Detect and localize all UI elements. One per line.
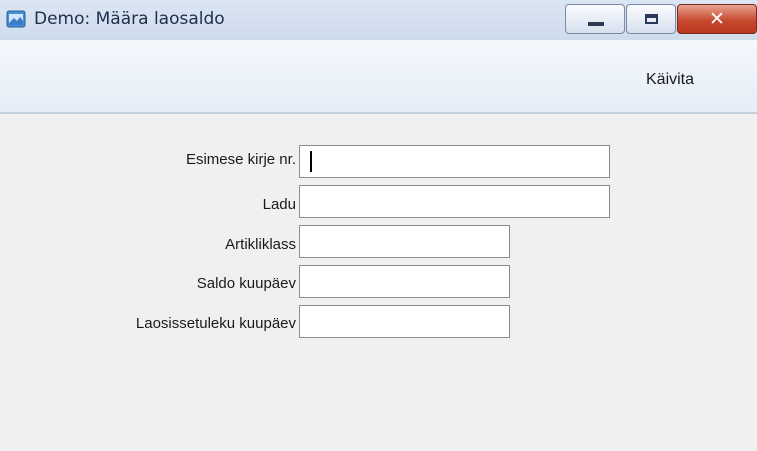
balance-date-input[interactable]: [299, 265, 510, 298]
close-icon: ✕: [709, 8, 725, 30]
app-window: Demo: Määra laosaldo ✕ Käivita Esimese k…: [0, 0, 757, 451]
field-label-stock-receipt-date: Laosissetuleku kuupäev: [135, 315, 296, 332]
item-class-input[interactable]: [299, 225, 510, 258]
text-caret: [310, 151, 312, 172]
minimize-icon: [588, 22, 604, 26]
field-label-item-class: Artikliklass: [225, 236, 296, 253]
toolbar: [0, 40, 757, 114]
title-bar[interactable]: Demo: Määra laosaldo ✕: [0, 0, 757, 41]
minimize-button[interactable]: [565, 4, 625, 34]
app-window-icon: [6, 10, 26, 28]
maximize-button[interactable]: [626, 4, 676, 34]
field-label-warehouse: Ladu: [262, 196, 296, 213]
first-record-no-input[interactable]: [299, 145, 610, 178]
field-label-balance-date: Saldo kuupäev: [196, 275, 296, 292]
run-button[interactable]: Käivita: [646, 70, 694, 90]
close-button[interactable]: ✕: [677, 4, 757, 34]
warehouse-input[interactable]: [299, 185, 610, 218]
window-title: Demo: Määra laosaldo: [34, 9, 225, 29]
stock-receipt-date-input[interactable]: [299, 305, 510, 338]
maximize-icon: [645, 14, 658, 24]
field-label-first-record-no: Esimese kirje nr.: [185, 151, 296, 168]
